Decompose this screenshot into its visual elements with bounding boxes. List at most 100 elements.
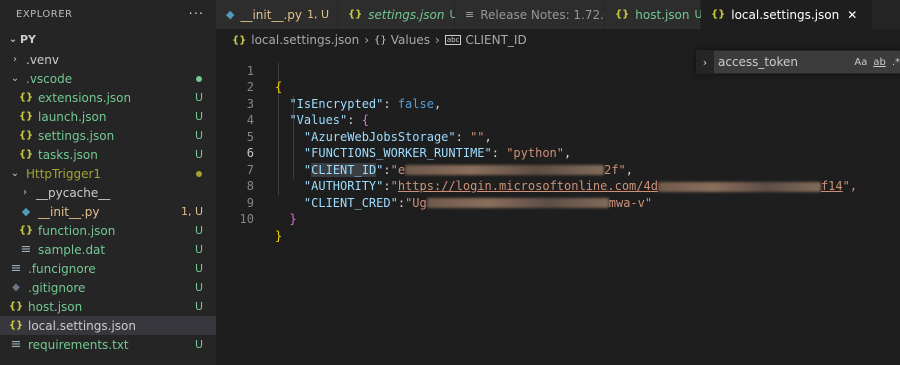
json-file-icon: {} [232,34,247,46]
chevron-down-icon: ⌄ [8,33,18,45]
tab-label: Release Notes: 1.72.0 [480,7,612,22]
json-file-icon: {} [8,301,24,312]
code-line-6: 6 "CLIENT_ID":"e 2f", [216,129,900,177]
tree-item[interactable]: {} tasks.json U [0,145,216,164]
git-status-badge: U [194,243,203,256]
git-status-dot [196,170,202,177]
tree-item-label: .gitignore [28,280,86,295]
breadcrumb-section[interactable]: Values [391,33,430,47]
file-icon: ≡ [20,242,32,257]
git-status-badge: U [194,148,203,161]
tab-label: local.settings.json [731,7,840,22]
tree-item-label: .funcignore [28,261,96,276]
tree-item[interactable]: ⌄ HttpTrigger1 [0,164,216,183]
code-line-9: 9 } [216,178,900,227]
close-icon[interactable]: ✕ [847,8,857,22]
preview-icon: ≡ [465,8,475,21]
line-number: 10 [239,212,254,226]
tab-label: host.json [635,7,690,22]
editor-tab[interactable]: {} host.json U [605,0,703,29]
chevron-right-icon: › [13,54,17,65]
code-line-5: 5 "FUNCTIONS_WORKER_RUNTIME": "python", [216,112,900,161]
python-file-icon: ◆ [21,205,31,218]
git-status-badge: U [194,300,203,313]
tree-item[interactable]: › .venv [0,50,216,69]
breadcrumb-separator-icon: › [364,33,370,47]
json-file-icon: {} [8,320,24,331]
tree-item-label: host.json [28,299,83,314]
code-line-8: 8 "CLIENT_CRED":"Ug mwa-v" [216,162,900,210]
match-case-icon[interactable]: Aa [854,57,867,68]
tree-item[interactable]: ⌄ .vscode [0,69,216,88]
git-status-badge: U [194,129,203,142]
tree-item-label: local.settings.json [28,318,136,333]
find-query: access_token [718,55,798,69]
explorer-title: EXPLORER [16,8,73,20]
tree-item[interactable]: {} host.json U [0,297,216,316]
file-tree: › .venv ⌄ .vscode {} extensions.json U {} launch… [0,50,216,354]
tab-label: settings.json [368,7,445,22]
use-regex-icon[interactable]: .* [892,57,900,68]
git-status-badge: U [194,338,203,351]
tree-item[interactable]: ◆ .gitignore U [0,278,216,297]
workspace-root-label: PY [20,32,37,46]
token-brace: } [289,212,297,226]
editor-tab[interactable]: {} local.settings.json ✕ [701,0,873,29]
string-property-icon: abc [444,35,462,45]
tree-item-label: HttpTrigger1 [26,166,102,181]
tree-item[interactable]: ◆ __init__.py 1, U [0,202,216,221]
git-status-badge: U [194,110,203,123]
match-whole-word-icon[interactable]: ab [873,57,885,68]
tree-item-label: .venv [26,52,60,67]
tree-item[interactable]: ≡ requirements.txt U [0,335,216,354]
git-status-dot [196,75,202,82]
find-widget: › access_token Aa ab .* [696,50,900,74]
editor-tab-bar: ◆ __init__.py 1, U{} settings.json U ≡ Release… [216,0,900,29]
code-editor[interactable]: 1 { 2 "IsEncrypted": false, 3 "Values": … [216,46,900,365]
tree-item[interactable]: › __pycache__ [0,183,216,202]
toggle-replace-chevron-icon[interactable]: › [696,56,714,69]
tree-item-label: .vscode [26,71,73,86]
editor-tab[interactable]: {} settings.json U [338,0,458,29]
python-file-icon: ◆ [226,8,235,21]
json-file-icon: {} [18,149,34,160]
breadcrumb-separator-icon: › [435,33,440,47]
chevron-right-icon: › [23,187,27,198]
tree-item-label: extensions.json [38,90,132,105]
git-status-badge: U [194,281,203,294]
find-input[interactable]: access_token Aa ab .* [714,51,900,73]
json-file-icon: {} [18,130,34,141]
tree-item[interactable]: {} settings.json U [0,126,216,145]
json-file-icon: {} [18,225,34,236]
tab-label: __init__.py [240,7,302,22]
explorer-sidebar: EXPLORER ··· ⌄ PY › .venv ⌄ .vscode {} extens… [0,0,216,365]
tree-item[interactable]: ≡ .funcignore U [0,259,216,278]
json-file-icon: {} [711,9,726,20]
workspace-root[interactable]: ⌄ PY [0,28,216,50]
file-icon: ≡ [10,337,22,352]
tree-item-label: launch.json [38,109,107,124]
tree-item[interactable]: {} local.settings.json [0,316,216,335]
file-icon: ≡ [10,261,22,276]
json-file-icon: {} [348,9,363,20]
tree-item[interactable]: {} extensions.json U [0,88,216,107]
tree-item-label: sample.dat [38,242,106,257]
code-line-4: 4 "AzureWebJobsStorage": "", [216,96,900,144]
editor-tab[interactable]: ◆ __init__.py 1, U [216,0,338,29]
git-status-badge: U [194,91,203,104]
tree-item-label: __pycache__ [36,185,111,200]
tree-item-label: tasks.json [38,147,98,162]
more-actions-icon[interactable]: ··· [189,7,204,22]
token-brace: } [275,228,283,243]
editor-tab[interactable]: ≡ Release Notes: 1.72.0 [455,0,612,29]
object-icon: {} [374,34,387,46]
tree-item[interactable]: {} launch.json U [0,107,216,126]
tree-item[interactable]: ≡ sample.dat U [0,240,216,259]
breadcrumb-key[interactable]: CLIENT_ID [465,33,526,47]
tree-item[interactable]: {} function.json U [0,221,216,240]
tree-item-label: settings.json [38,128,115,143]
code-line-10: 10 } [216,195,900,243]
find-options: Aa ab .* [854,57,900,68]
json-file-icon: {} [18,111,34,122]
breadcrumb-file[interactable]: local.settings.json [251,33,359,47]
